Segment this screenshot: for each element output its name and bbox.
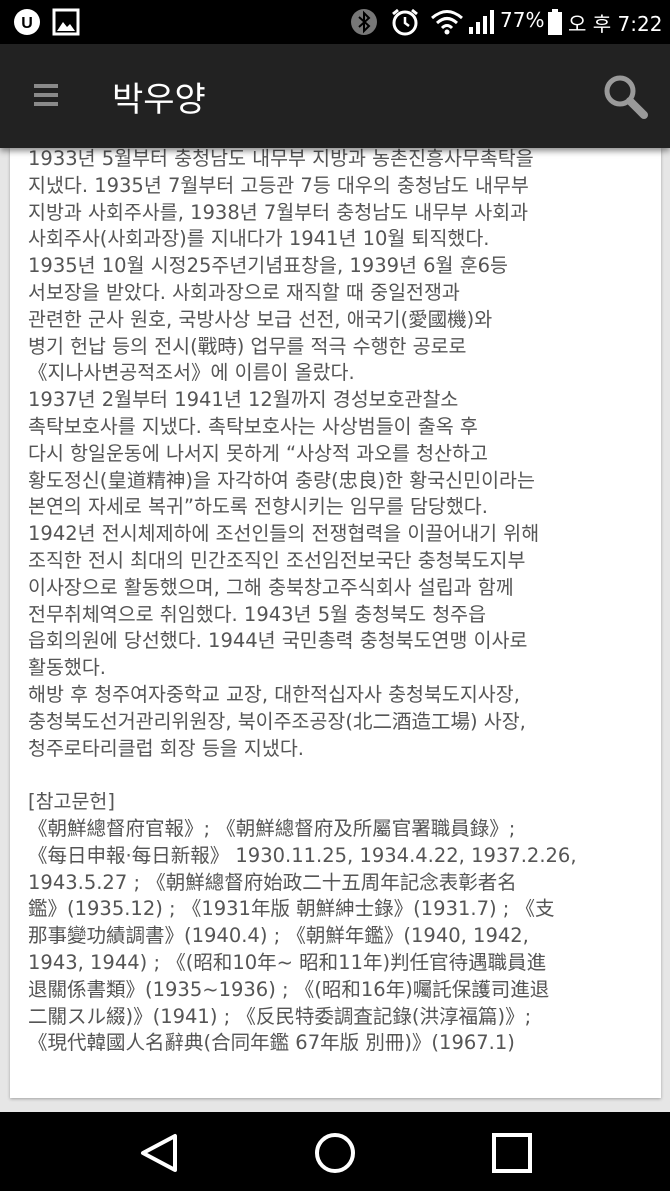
- article-line: 《朝鮮總督府官報》; 《朝鮮總督府及所屬官署職員錄》;: [28, 816, 516, 840]
- article-line: 본연의 자세로 복귀”하도록 전향시키는 임무를 담당했다.: [28, 495, 488, 519]
- article-line: 병기 헌납 등의 전시(戰時) 업무를 적극 수행한 공로로: [28, 334, 467, 358]
- article-line: 《現代韓國人名辭典(合同年鑑 67年版 別冊)》(1967.1): [28, 1031, 515, 1055]
- article-line: 활동했다.: [28, 656, 106, 680]
- article-line: 지방과 사회주사를, 1938년 7월부터 충청남도 내무부 사회과: [28, 200, 529, 224]
- home-icon[interactable]: [310, 1128, 360, 1178]
- article-line: 지냈다. 1935년 7월부터 고등관 7등 대우의 충청남도 내무부: [28, 173, 529, 197]
- article-card: 1933년 5월부터 충청남도 내무부 지방과 농촌진흥사무촉탁을지냈다. 19…: [10, 148, 661, 1098]
- article-line: 《每日申報·每日新報》 1930.11.25, 1934.4.22, 1937.…: [28, 843, 577, 867]
- article-line: 읍회의원에 당선했다. 1944년 국민총력 충청북도연맹 이사로: [28, 629, 528, 653]
- article-line: 사회주사(사회과장)를 지내다가 1941년 10월 퇴직했다.: [28, 227, 490, 251]
- article-line: [참고문헌]: [28, 790, 115, 814]
- article-line: 청주로타리클럽 회장 등을 지냈다.: [28, 736, 304, 760]
- page-title: 박우양: [112, 80, 206, 120]
- wifi-icon: [430, 8, 464, 40]
- u-plus-icon: U: [12, 7, 42, 41]
- article-line: 충청북도선거관리위원장, 북이주조공장(北二酒造工場) 사장,: [28, 709, 526, 733]
- back-icon[interactable]: [134, 1128, 184, 1178]
- article-line: 二關スル綴)》(1941) ; 《反民特委調査記錄(洪淳福篇)》;: [28, 1004, 532, 1028]
- signal-icon: [468, 9, 496, 39]
- article-line: 조직한 전시 최대의 민간조직인 조선임전보국단 충청북도지부: [28, 548, 526, 572]
- recents-icon[interactable]: [487, 1128, 537, 1178]
- hamburger-menu-icon[interactable]: [34, 84, 58, 111]
- article-line: 서보장을 받았다. 사회과장으로 재직할 때 중일전쟁과: [28, 280, 460, 304]
- article-line: 전무취체역으로 취임했다. 1943년 5월 충청북도 청주읍: [28, 602, 487, 626]
- clock: 오 후 7:22: [568, 12, 663, 36]
- article-line: 1935년 10월 시정25주년기념표창을, 1939년 6월 훈6등: [28, 254, 508, 278]
- article-line: 退關係書類》(1935~1936) ; 《(昭和16年)囑託保護司進退: [28, 977, 550, 1001]
- article-line: 이사장으로 활동했으며, 그해 충북창고주식회사 설립과 함께: [28, 575, 514, 599]
- article-line: 1943, 1944) ; 《(昭和10年~ 昭和11年)判任官待遇職員進: [28, 950, 547, 974]
- alarm-icon: [390, 7, 420, 41]
- gallery-icon: [52, 8, 80, 40]
- article-line: 《지나사변공적조서》에 이름이 올랐다.: [28, 361, 355, 385]
- bluetooth-icon: [350, 8, 378, 40]
- battery-percent: 77%: [500, 8, 545, 32]
- search-icon[interactable]: [600, 72, 650, 122]
- article-line: 황도정신(皇道精神)을 자각하여 충량(忠良)한 황국신민이라는: [28, 468, 535, 492]
- article-line: 해방 후 청주여자중학교 교장, 대한적십자사 충청북도지사장,: [28, 682, 520, 706]
- article-line: 1943.5.27 ; 《朝鮮總督府始政二十五周年記念表彰者名: [28, 870, 517, 894]
- svg-text:U: U: [21, 15, 33, 32]
- article-line: 那事變功績調書》(1940.4) ; 《朝鮮年鑑》(1940, 1942,: [28, 924, 529, 948]
- article-line: 다시 항일운동에 나서지 못하게 “사상적 과오를 청산하고: [28, 441, 488, 465]
- article-line: 관련한 군사 원호, 국방사상 보급 선전, 애국기(愛國機)와: [28, 307, 493, 331]
- battery-icon: [548, 9, 562, 39]
- article-line: 1937년 2월부터 1941년 12월까지 경성보호관찰소: [28, 388, 459, 412]
- article-line: 촉탁보호사를 지냈다. 촉탁보호사는 사상범들이 출옥 후: [28, 414, 478, 438]
- article-line: 鑑》(1935.12) ; 《1931年版 朝鮮紳士錄》(1931.7) ; 《…: [28, 897, 555, 921]
- article-line: 1942년 전시체제하에 조선인들의 전쟁협력을 이끌어내기 위해: [28, 522, 540, 546]
- article-line: 1933년 5월부터 충청남도 내무부 지방과 농촌진흥사무촉탁을: [28, 148, 534, 170]
- status-bar: U 77% 오 후 7:22: [0, 0, 670, 44]
- article-body: 1933년 5월부터 충청남도 내무부 지방과 농촌진흥사무촉탁을지냈다. 19…: [28, 148, 658, 1057]
- app-bar: 박우양: [0, 44, 670, 148]
- navigation-bar: [0, 1112, 670, 1191]
